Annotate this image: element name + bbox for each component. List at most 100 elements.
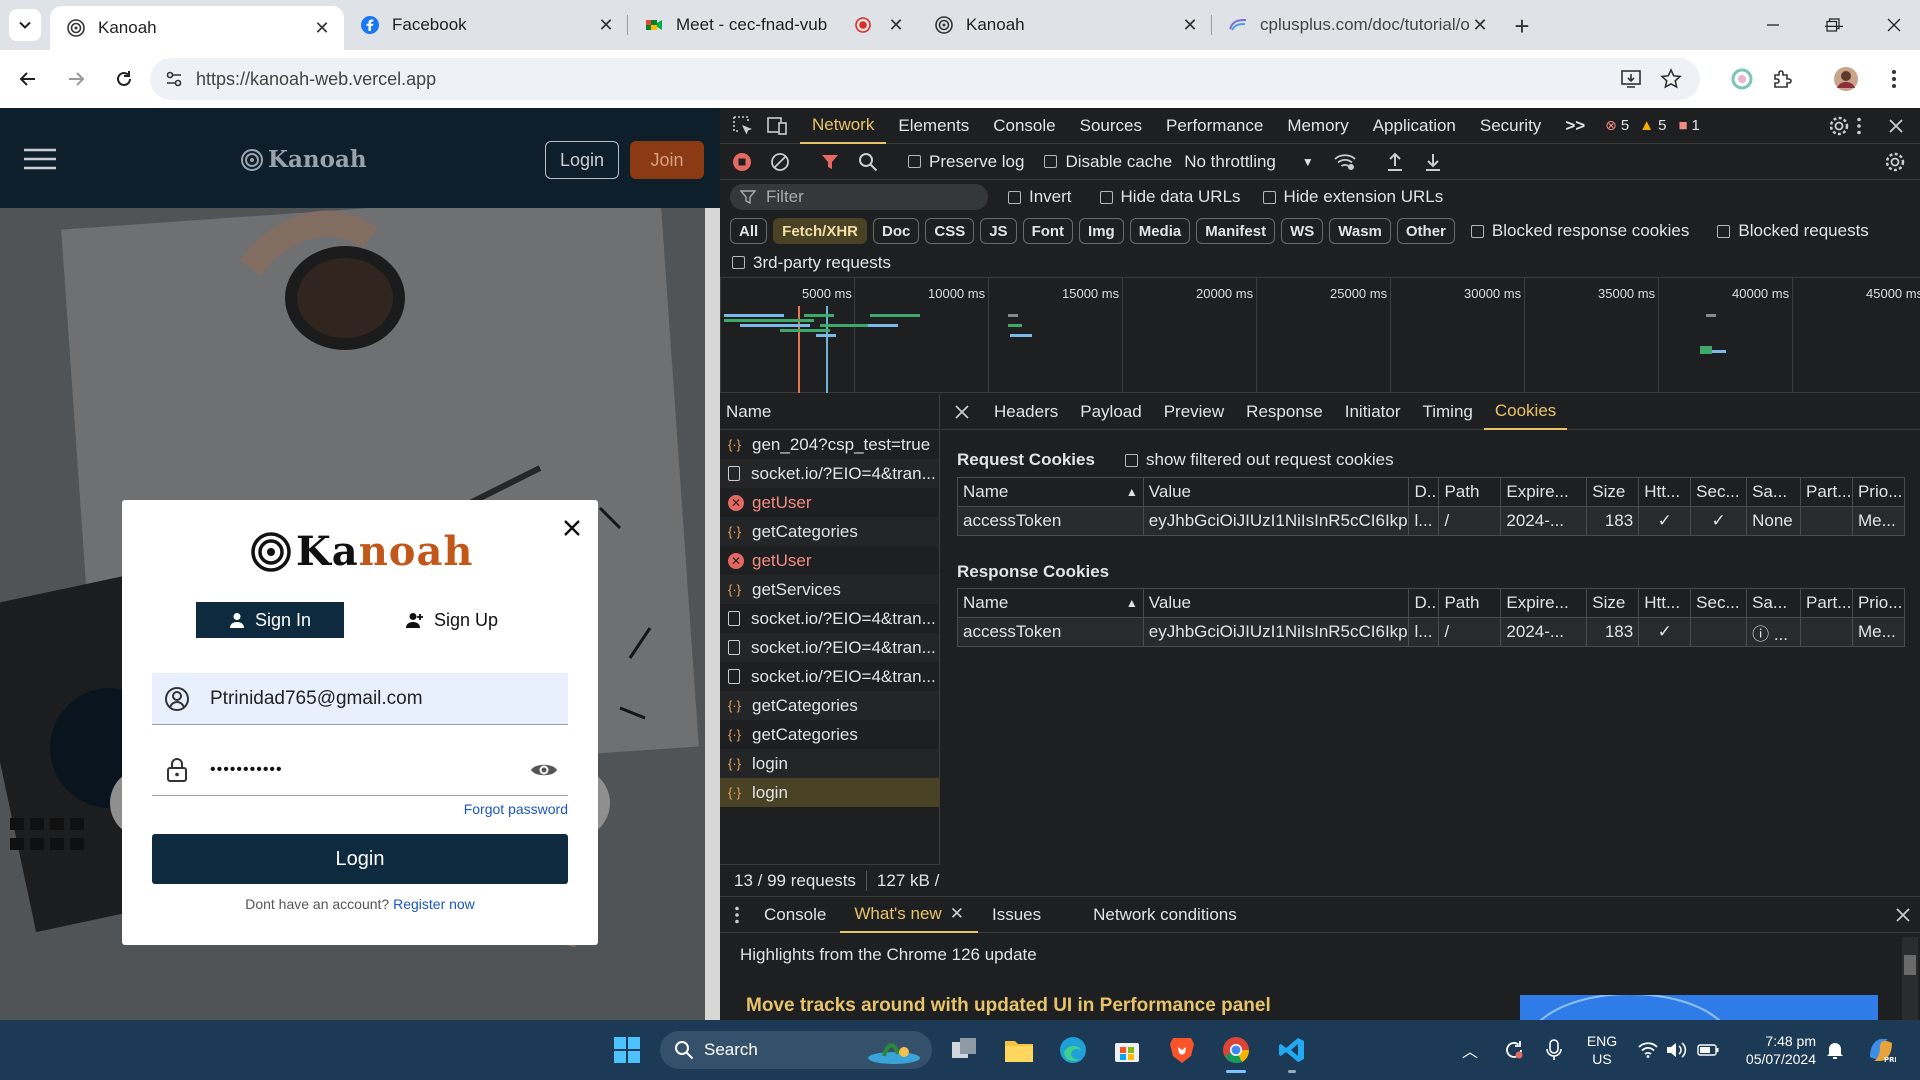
signin-tab[interactable]: Sign In [196,602,344,638]
col-secure[interactable]: Sec... [1690,477,1748,507]
request-row[interactable]: {·} gen_204?csp_test=true [720,430,939,459]
browser-tab-meet[interactable]: Meet - cec-fnad-vub ✕ [628,0,918,50]
request-row[interactable]: {·} login [720,749,939,778]
site-scrollbar[interactable] [705,208,720,1020]
request-row[interactable]: ✕ getUser [720,546,939,575]
tab-search-button[interactable] [9,9,41,41]
search-icon[interactable] [858,152,878,172]
minimize-window-button[interactable] [1743,0,1803,50]
request-row[interactable]: socket.io/?EIO=4&tran... [720,662,939,691]
blocked-requests-checkbox[interactable] [1717,224,1731,238]
task-view-button[interactable] [944,1030,984,1070]
settings-gear-icon[interactable] [1828,115,1850,137]
edge-button[interactable] [1053,1030,1093,1070]
browser-tab-facebook[interactable]: Facebook ✕ [344,0,628,50]
disable-cache-checkbox[interactable] [1044,155,1058,168]
modal-close-button[interactable] [558,514,586,542]
bookmark-star-icon[interactable] [1660,68,1682,90]
tab-cookies[interactable]: Cookies [1483,394,1568,430]
filter-chip-manifest[interactable]: Manifest [1196,218,1276,244]
close-tab-icon[interactable]: ✕ [886,15,906,35]
network-settings-icon[interactable] [1884,151,1906,173]
profile-avatar-button[interactable] [1826,59,1866,99]
third-party-checkbox[interactable] [732,256,745,269]
close-tab-icon[interactable]: ✕ [1470,15,1490,35]
col-size[interactable]: Size [1586,477,1640,507]
invert-checkbox[interactable] [1008,190,1021,204]
filter-chip-css[interactable]: CSS [925,218,975,244]
tab-security[interactable]: Security [1468,108,1553,144]
file-explorer-button[interactable] [999,1030,1039,1070]
drawer-menu-icon[interactable] [734,906,740,924]
browser-tab-cplusplus[interactable]: cplusplus.com/doc/tutorial/ope ✕ [1212,0,1502,50]
close-tab-icon[interactable]: ✕ [312,18,332,38]
tab-initiator[interactable]: Initiator [1334,394,1412,430]
tab-performance[interactable]: Performance [1154,108,1275,144]
show-filtered-checkbox[interactable] [1125,453,1138,467]
notification-bell-icon[interactable] [1826,1040,1844,1060]
tab-preview[interactable]: Preview [1153,394,1235,430]
browser-menu-button[interactable] [1874,59,1914,99]
cookie-row[interactable]: accessToken eyJhbGciOiJIUzI1NiIsInR5cCI6… [957,506,1906,536]
close-window-button[interactable] [1864,0,1920,50]
filter-chip-fetch-xhr[interactable]: Fetch/XHR [773,218,868,244]
filter-input[interactable]: Filter [730,184,988,210]
col-domain[interactable]: D.. [1408,477,1440,507]
hide-extension-urls-checkbox[interactable] [1262,190,1276,204]
header-login-button[interactable]: Login [545,141,619,179]
chevron-down-icon[interactable]: ▼ [1302,155,1314,169]
site-settings-icon[interactable] [164,69,184,89]
col-path[interactable]: Path [1438,477,1502,507]
clock[interactable]: 7:48 pm 05/07/2024 [1726,1032,1816,1068]
request-row[interactable]: socket.io/?EIO=4&tran... [720,633,939,662]
col-path[interactable]: Path [1438,588,1502,618]
col-partition[interactable]: Part... [1800,588,1853,618]
drawer-tab-network-conditions[interactable]: Network conditions [1079,897,1251,933]
filter-chip-doc[interactable]: Doc [873,218,920,244]
hamburger-menu-icon[interactable] [24,148,56,170]
close-tab-icon[interactable]: ✕ [596,15,616,35]
col-priority[interactable]: Prio... [1851,588,1906,618]
request-row[interactable]: {·} getCategories [720,720,939,749]
tab-network[interactable]: Network [800,108,887,144]
col-name[interactable]: Name ▲ [957,588,1144,618]
request-row[interactable]: socket.io/?EIO=4&tran... [720,604,939,633]
site-logo[interactable]: Kanoah [240,146,367,173]
start-button[interactable] [607,1030,647,1070]
scroll-thumb[interactable] [1904,955,1916,975]
close-tab-icon[interactable]: ✕ [1180,15,1200,35]
tab-memory[interactable]: Memory [1275,108,1360,144]
sync-icon[interactable] [1503,1039,1525,1061]
email-field[interactable]: Ptrinidad765@gmail.com [152,673,568,725]
filter-chip-all[interactable]: All [730,218,768,244]
show-hidden-icons-icon[interactable]: ︿ [1462,1038,1478,1062]
tab-headers[interactable]: Headers [983,394,1069,430]
tab-timing[interactable]: Timing [1411,394,1483,430]
col-samesite[interactable]: Sa... [1746,477,1802,507]
network-conditions-icon[interactable] [1334,153,1356,171]
drawer-tab-console[interactable]: Console [750,897,840,933]
clear-icon[interactable] [770,152,790,172]
filter-chip-img[interactable]: Img [1079,218,1124,244]
filter-chip-other[interactable]: Other [1396,218,1455,244]
tab-sources[interactable]: Sources [1068,108,1154,144]
preserve-log-checkbox[interactable] [908,155,921,168]
throttling-select[interactable]: No throttling [1184,152,1276,172]
tab-application[interactable]: Application [1361,108,1468,144]
request-row[interactable]: {·} getCategories [720,517,939,546]
forward-button[interactable] [56,59,96,99]
volume-icon[interactable] [1666,1041,1688,1059]
inspect-element-icon[interactable] [732,115,754,137]
col-priority[interactable]: Prio... [1851,477,1906,507]
eye-icon[interactable] [530,761,558,779]
cookie-row[interactable]: accessToken eyJhbGciOiJIUzI1NiIsInR5cCI6… [957,617,1906,647]
device-toolbar-icon[interactable] [766,115,788,137]
vscode-button[interactable] [1272,1030,1312,1073]
col-httponly[interactable]: Htt... [1638,588,1692,618]
show-filtered-toggle[interactable]: show filtered out request cookies [1113,450,1394,470]
col-expires[interactable]: Expire... [1500,588,1588,618]
brave-button[interactable] [1162,1030,1202,1070]
col-value[interactable]: Value [1142,588,1410,618]
microphone-icon[interactable] [1546,1039,1562,1061]
tab-payload[interactable]: Payload [1069,394,1152,430]
